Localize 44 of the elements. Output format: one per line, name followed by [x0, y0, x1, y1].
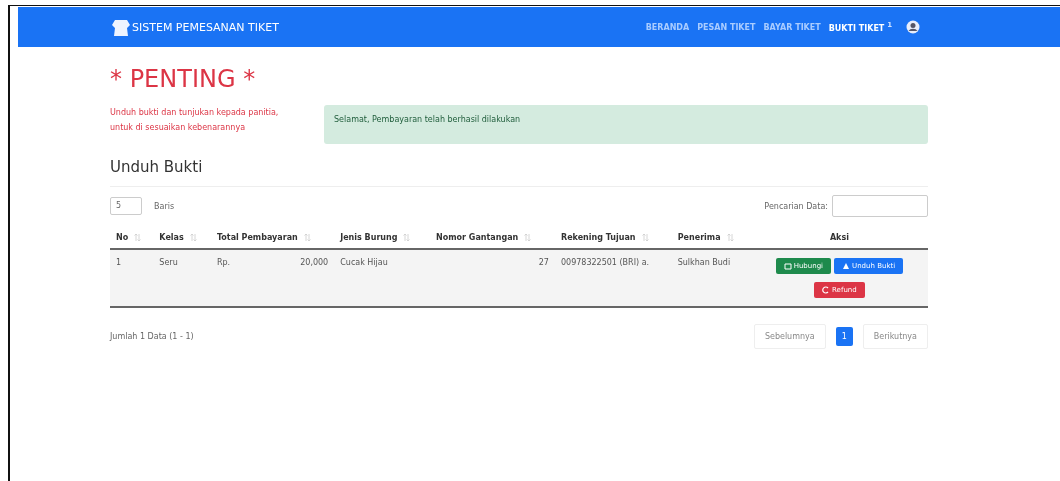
column-header[interactable]: Total Pembayaran: [216, 233, 298, 242]
table-cell: 20,000: [300, 258, 329, 267]
table-cell: Cucak Hijau: [334, 249, 431, 307]
column-header[interactable]: Kelas: [159, 233, 184, 242]
sort-icon[interactable]: [641, 233, 649, 242]
page-button[interactable]: 1: [835, 327, 853, 346]
nav-link[interactable]: BAYAR TIKET: [763, 22, 821, 32]
column-header[interactable]: Rekening Tujuan: [560, 233, 636, 242]
instruction-text: Unduh bukti dan tunjukan kepada panitia, untuk di sesuaikan kebenarannya: [110, 107, 280, 134]
sort-icon[interactable]: [524, 233, 532, 242]
refresh-icon: [822, 286, 831, 294]
column-header[interactable]: Jenis Burung: [340, 233, 398, 242]
square-icon: [783, 262, 792, 270]
search-label: Pencarian Data:: [764, 201, 828, 211]
table-cell: 1: [110, 249, 154, 307]
section-title: Unduh Bukti: [110, 158, 928, 187]
table-cell: 27: [430, 249, 555, 307]
user-icon[interactable]: [906, 20, 920, 34]
sort-icon[interactable]: [403, 233, 411, 242]
success-alert: Selamat, Pembayaran telah berhasil dilakukan: [324, 105, 928, 144]
table-info: Jumlah 1 Data (1 - 1): [110, 332, 194, 341]
sort-icon[interactable]: [303, 233, 311, 242]
page-heading: * PENTING *: [110, 65, 257, 93]
previous-button[interactable]: Sebelumnya: [753, 324, 826, 349]
search-field[interactable]: [832, 195, 928, 217]
sort-icon[interactable]: [726, 233, 734, 242]
triangle-icon: [842, 262, 851, 270]
table-cell: 00978322501 (BRI) a.: [554, 249, 672, 307]
table-cell: Seru: [153, 249, 211, 307]
sort-icon[interactable]: [134, 233, 142, 242]
nav-link[interactable]: BUKTI TIKET $^{1}$: [828, 21, 892, 33]
brand-title[interactable]: SISTEM PEMESANAN TIKET: [132, 20, 279, 34]
column-header[interactable]: No: [116, 233, 129, 242]
table-cell: Sulkhan Budi: [671, 249, 751, 307]
nav-link[interactable]: BERANDA: [645, 22, 690, 32]
length-label: Baris: [154, 201, 175, 211]
column-header[interactable]: Aksi: [829, 233, 849, 242]
sort-icon[interactable]: [189, 233, 197, 242]
column-header[interactable]: Penerima: [677, 233, 721, 242]
nav-link[interactable]: PESAN TIKET: [697, 22, 756, 32]
length-select[interactable]: 5: [110, 197, 142, 215]
table-cell: Rp.: [216, 258, 231, 267]
next-button[interactable]: Berikutnya: [862, 324, 928, 349]
column-header[interactable]: Nomor Gantangan: [436, 233, 519, 242]
